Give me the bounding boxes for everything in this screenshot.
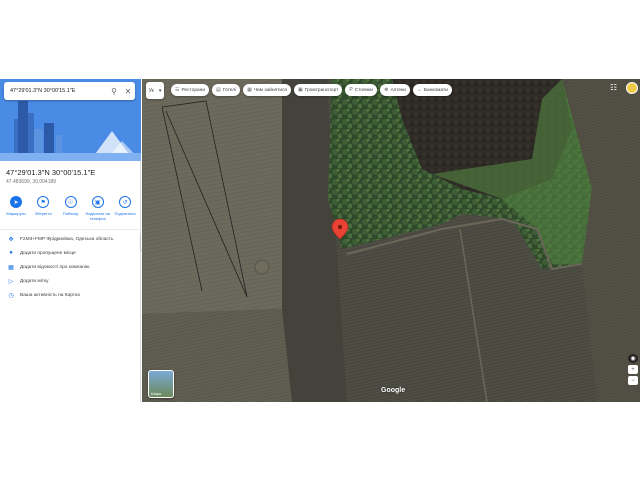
- business-icon: ▦: [8, 265, 14, 271]
- maps-activity-row[interactable]: ◷ Ваша активність на Картах: [6, 292, 139, 299]
- send-to-phone-icon: ▣: [91, 196, 104, 208]
- add-business-row[interactable]: ▦ Додати відомості про компанію: [6, 264, 139, 271]
- search-box[interactable]: 47°29'01.3"N 30°00'15.1"E ⚲ ✕: [4, 82, 135, 100]
- zoom-in-button[interactable]: +: [628, 365, 638, 374]
- transit-icon: ▣: [298, 87, 303, 93]
- directions-button[interactable]: ➤ Маршрути: [3, 196, 29, 221]
- chip-atms[interactable]: ↔ Банкомати: [412, 84, 452, 96]
- avatar[interactable]: [626, 82, 638, 94]
- chip-pharmacies[interactable]: ☸ Аптеки: [380, 84, 410, 96]
- search-input[interactable]: 47°29'01.3"N 30°00'15.1"E: [10, 88, 107, 94]
- my-location-icon[interactable]: ◉: [628, 354, 638, 363]
- share-icon: ↺: [119, 196, 131, 208]
- plus-code-row[interactable]: ✥ F2M3+FMP Фрідрихівка, Одеська область: [6, 236, 139, 243]
- category-chips: ☳ Ресторани ▤ Готелі ▦ Чим зайнятися ▣ Громт…: [171, 84, 452, 96]
- atm-icon: ↔: [416, 87, 422, 93]
- google-attribution: Google: [381, 387, 406, 394]
- add-missing-place-row[interactable]: ● Додати пропущене місце: [6, 250, 139, 256]
- close-icon[interactable]: ✕: [121, 87, 135, 96]
- label-icon: ▷: [8, 279, 14, 285]
- hotel-icon: ▤: [216, 87, 221, 93]
- maps-window: 47°29'01.3"N 30°00'15.1"E ⚲ ✕ 47°29'01.3…: [0, 79, 640, 402]
- apps-grid-icon[interactable]: ☷: [610, 83, 617, 92]
- place-panel: 47°29'01.3"N 30°00'15.1"E ⚲ ✕ 47°29'01.3…: [0, 79, 141, 402]
- restaurant-icon: ☳: [175, 87, 180, 93]
- save-button[interactable]: ⚑ Зберегти: [30, 196, 56, 221]
- street-view-thumbnail[interactable]: 47°29'01.3"N 30°00'15.1"E ⚲ ✕: [0, 79, 141, 161]
- pharmacy-icon: ☸: [384, 87, 389, 93]
- zoom-out-button[interactable]: −: [628, 376, 638, 385]
- chip-hotels[interactable]: ▤ Готелі: [212, 84, 241, 96]
- divider: [0, 229, 141, 230]
- place-title: 47°29'01.3"N 30°00'15.1"E: [6, 168, 96, 177]
- search-icon[interactable]: ⚲: [107, 87, 121, 96]
- plus-code-icon: ✥: [8, 237, 14, 243]
- share-button[interactable]: ↺ Поділитися: [112, 196, 138, 221]
- parking-icon: P: [349, 87, 353, 93]
- send-to-phone-button[interactable]: ▣ Надіслати на телефон: [85, 196, 111, 221]
- nearby-icon: ☉: [64, 196, 77, 208]
- map-controls: ◉ + −: [628, 354, 638, 385]
- chip-parking[interactable]: P Стоянки: [345, 84, 377, 96]
- chip-restaurants[interactable]: ☳ Ресторани: [171, 84, 210, 96]
- language-dropdown[interactable]: Ук ▾: [146, 82, 164, 99]
- chip-things-to-do[interactable]: ▦ Чим зайнятися: [243, 84, 292, 96]
- history-icon: ◷: [8, 293, 14, 299]
- directions-icon: ➤: [10, 196, 22, 208]
- satellite-map[interactable]: [142, 79, 640, 402]
- things-to-do-icon: ▦: [247, 87, 252, 93]
- layers-toggle[interactable]: Шари: [148, 370, 174, 398]
- add-label-row[interactable]: ▷ Додати мітку: [6, 278, 139, 285]
- chip-transit[interactable]: ▣ Громтранспорт: [294, 84, 343, 96]
- nearby-button[interactable]: ☉ Поблизу: [58, 196, 84, 221]
- bookmark-icon: ⚑: [37, 196, 50, 208]
- add-place-icon: ●: [9, 250, 13, 256]
- chevron-down-icon: ▾: [158, 87, 162, 94]
- place-coordinates: 47.483699, 30.004189: [6, 179, 57, 185]
- action-buttons: ➤ Маршрути ⚑ Зберегти ☉ Поблизу ▣ Надісл…: [3, 196, 138, 221]
